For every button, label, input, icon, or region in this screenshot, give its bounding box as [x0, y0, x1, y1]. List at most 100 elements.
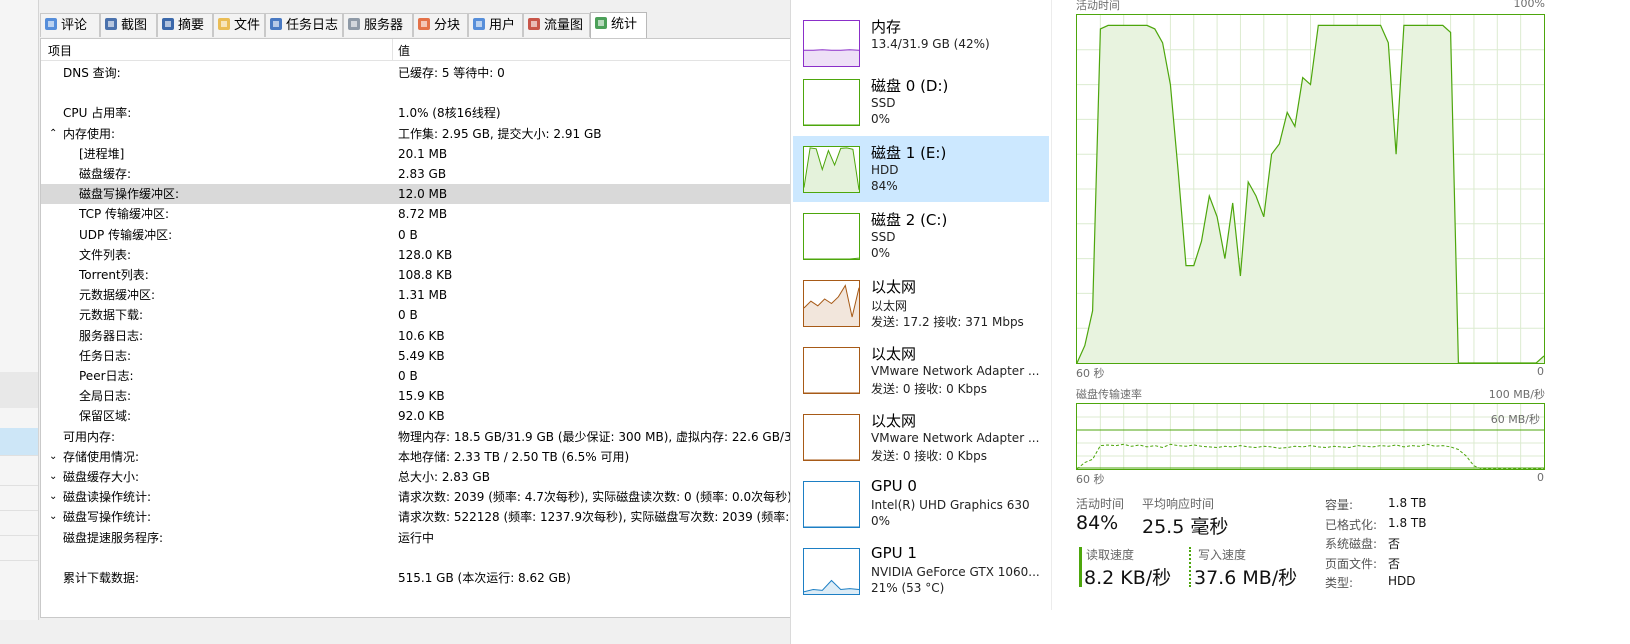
table-row[interactable]: 磁盘提速服务程序: 运行中: [41, 528, 821, 548]
row-key: 全局日志:: [79, 389, 132, 404]
chevron-up-icon[interactable]: ⌃: [49, 124, 57, 144]
resource-usage: 发送: 0 接收: 0 Kbps: [871, 449, 987, 463]
tab-pie-chart[interactable]: 分块: [413, 13, 468, 37]
row-value: 运行中: [398, 530, 435, 545]
table-row[interactable]: 元数据下载: 0 B: [41, 305, 821, 325]
table-row[interactable]: 元数据缓冲区: 1.31 MB: [41, 285, 821, 305]
property-value: HDD: [1388, 574, 1416, 588]
chevron-down-icon[interactable]: ⌄: [49, 467, 57, 487]
tab-statistics[interactable]: 统计: [590, 12, 647, 39]
row-value: 20.1 MB: [398, 146, 448, 161]
tab-line-chart[interactable]: 流量图: [523, 13, 590, 37]
row-value: 515.1 GB (本次运行: 8.62 GB): [398, 571, 571, 585]
table-row[interactable]: 任务日志: 5.49 KB: [41, 346, 821, 366]
table-row[interactable]: [41, 83, 821, 103]
tab-info[interactable]: 任务日志: [265, 13, 343, 37]
resource-name: GPU 0: [871, 477, 917, 495]
table-row[interactable]: UDP 传输缓冲区: 0 B: [41, 225, 821, 245]
resource-thumbnail: [803, 414, 860, 461]
resource-item[interactable]: 以太网 以太网 发送: 17.2 接收: 371 Mbps: [793, 270, 1049, 336]
row-value: 0 B: [398, 227, 418, 242]
table-row[interactable]: ⌄ 磁盘缓存大小: 总大小: 2.83 GB: [41, 467, 821, 487]
row-key: 文件列表:: [79, 247, 132, 262]
row-value: 总大小: 2.83 GB: [398, 470, 490, 484]
resource-item[interactable]: 内存 13.4/31.9 GB (42%): [793, 10, 1049, 76]
table-row[interactable]: 服务器日志: 10.6 KB: [41, 326, 821, 346]
write-speed-label: 写入速度: [1198, 548, 1247, 562]
table-row[interactable]: Torrent列表: 108.8 KB: [41, 265, 821, 285]
active-time-label: 活动时间: [1076, 497, 1125, 511]
table-row[interactable]: CPU 占用率: 1.0% (8核16线程): [41, 103, 821, 123]
column-header-value[interactable]: 值: [398, 42, 410, 59]
resource-item[interactable]: GPU 0 Intel(R) UHD Graphics 630 0%: [793, 471, 1049, 537]
row-key: 磁盘缓存:: [79, 167, 132, 181]
tab-file[interactable]: 文件: [213, 13, 265, 37]
row-key: 内存使用:: [63, 126, 116, 141]
table-row[interactable]: 全局日志: 15.9 KB: [41, 386, 821, 406]
response-time-value: 25.5 毫秒: [1142, 516, 1229, 538]
row-key: 任务日志:: [79, 348, 132, 363]
resource-usage: 0%: [871, 514, 891, 528]
table-row[interactable]: 磁盘缓存: 2.83 GB: [41, 164, 821, 184]
table-row[interactable]: ⌄ 存储使用情况: 本地存储: 2.33 TB / 2.50 TB (6.5% 可用…: [41, 447, 821, 467]
row-value: 10.6 KB: [398, 328, 445, 343]
column-header-item[interactable]: 项目: [48, 42, 72, 59]
resource-item[interactable]: GPU 1 NVIDIA GeForce GTX 1060... 21% (53 °…: [793, 538, 1049, 604]
row-value: 已缓存: 5 等待中: 0: [398, 66, 505, 80]
property-value: 1.8 TB: [1388, 496, 1427, 510]
resource-item[interactable]: 磁盘 2 (C:) SSD 0%: [793, 203, 1049, 269]
transfer-rate-graph: 60 MB/秒: [1076, 403, 1545, 470]
table-row[interactable]: Peer日志: 0 B: [41, 366, 821, 386]
table-row[interactable]: [进程堆] 20.1 MB: [41, 144, 821, 164]
divider: [0, 535, 38, 536]
column-separator[interactable]: [392, 39, 393, 60]
write-speed-marker: [1189, 547, 1191, 587]
resource-item[interactable]: 磁盘 0 (D:) SSD 0%: [793, 69, 1049, 135]
resource-item[interactable]: 以太网 VMware Network Adapter ... 发送: 0 接收: 0…: [793, 404, 1049, 470]
table-row[interactable]: ⌄ 磁盘读操作统计: 请求次数: 2039 (频率: 4.7次每秒), 实际磁盘读次…: [41, 487, 821, 507]
table-row[interactable]: ⌄ 磁盘写操作统计: 请求次数: 522128 (频率: 1237.9次每秒), 实…: [41, 507, 821, 527]
chevron-down-icon[interactable]: ⌄: [49, 487, 57, 507]
resource-name: 磁盘 2 (C:): [871, 211, 948, 229]
chevron-down-icon[interactable]: ⌄: [49, 447, 57, 467]
active-time-value: 84%: [1076, 512, 1119, 534]
grid-header: 项目 值: [41, 39, 821, 61]
resource-item[interactable]: 以太网 VMware Network Adapter ... 发送: 0 接收: 0…: [793, 337, 1049, 403]
resource-thumbnail: [803, 213, 860, 260]
table-row[interactable]: TCP 传输缓冲区: 8.72 MB: [41, 204, 821, 224]
activity-graph-max: 100%: [1513, 0, 1545, 10]
row-value: 请求次数: 522128 (频率: 1237.9次每秒), 实际磁盘写次数: 2…: [398, 510, 801, 525]
row-value: 本地存储: 2.33 TB / 2.50 TB (6.5% 可用): [398, 449, 630, 464]
table-row[interactable]: 保留区域: 92.0 KB: [41, 406, 821, 426]
resource-item[interactable]: 磁盘 1 (E:) HDD 84%: [793, 136, 1049, 202]
tab-user[interactable]: 用户: [468, 13, 523, 37]
resource-detail: VMware Network Adapter ...: [871, 364, 1040, 378]
resource-detail: Intel(R) UHD Graphics 630: [871, 498, 1030, 512]
tab-comment[interactable]: 评论: [40, 13, 100, 37]
tab-summary[interactable]: 摘要: [157, 13, 213, 37]
resource-detail: 以太网: [871, 299, 908, 313]
row-value: 0 B: [398, 369, 418, 383]
table-row[interactable]: 磁盘写操作缓冲区: 12.0 MB: [41, 184, 821, 205]
table-row[interactable]: 文件列表: 128.0 KB: [41, 245, 821, 265]
status-bar: [0, 620, 790, 644]
row-key: 存储使用情况:: [63, 449, 140, 464]
divider: [0, 560, 38, 561]
response-time-label: 平均响应时间: [1142, 497, 1215, 511]
side-panel-selected-row[interactable]: [0, 428, 38, 455]
resource-detail: NVIDIA GeForce GTX 1060...: [871, 565, 1040, 579]
row-key: 保留区域:: [79, 409, 132, 424]
tab-server[interactable]: 服务器: [343, 13, 413, 37]
table-row[interactable]: ⌃ 内存使用: 工作集: 2.95 GB, 提交大小: 2.91 GB: [41, 124, 821, 144]
table-row[interactable]: 可用内存: 物理内存: 18.5 GB/31.9 GB (最少保证: 300 MB…: [41, 427, 821, 447]
tab-label: 分块: [434, 18, 461, 33]
side-panel-row: [0, 372, 38, 408]
divider: [0, 455, 38, 456]
table-row[interactable]: [41, 548, 821, 568]
table-row[interactable]: DNS 查询: 已缓存: 5 等待中: 0: [41, 63, 821, 83]
table-row[interactable]: 累计下载数据: 515.1 GB (本次运行: 8.62 GB): [41, 568, 821, 588]
chevron-down-icon[interactable]: ⌄: [49, 507, 57, 527]
resource-detail: SSD: [871, 230, 896, 244]
tab-screenshot[interactable]: 截图: [100, 13, 157, 37]
write-speed-value: 37.6 MB/秒: [1194, 567, 1298, 589]
